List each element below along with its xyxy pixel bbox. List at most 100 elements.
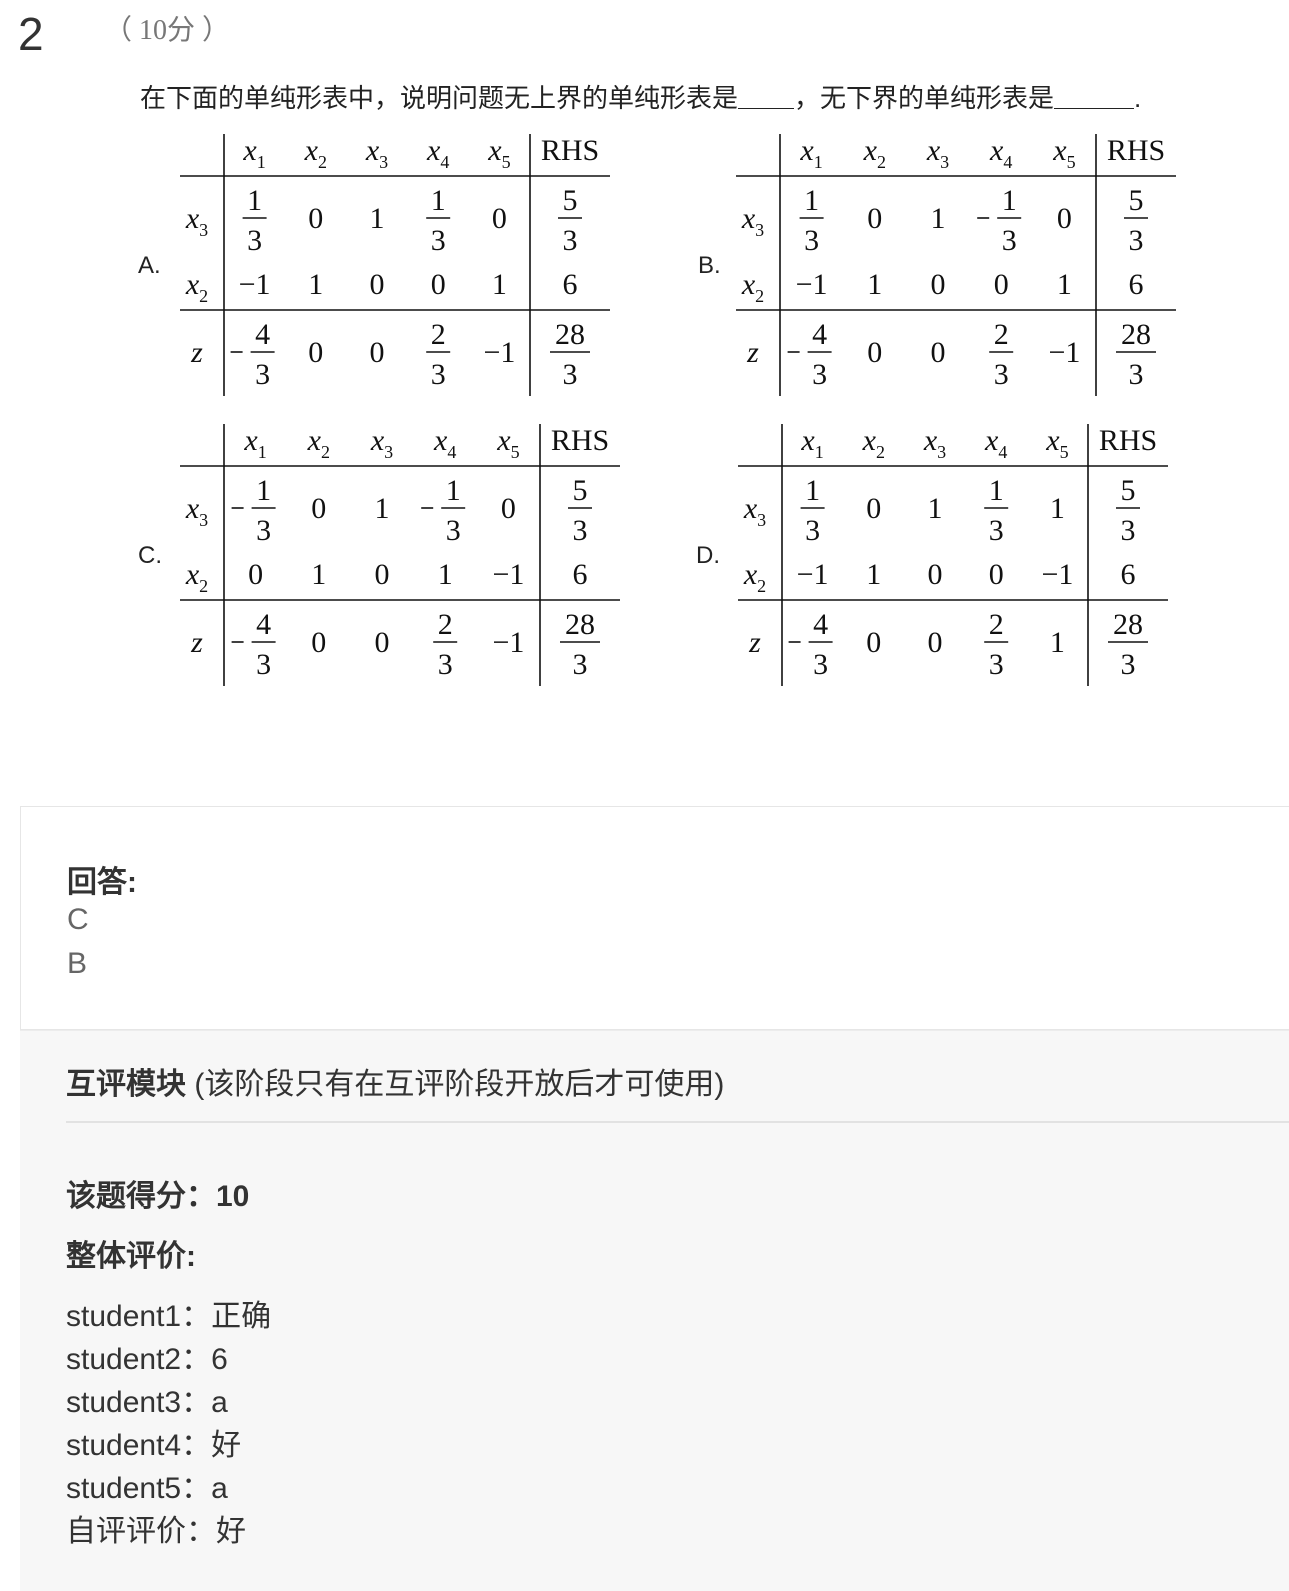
fraction-denominator: 3 <box>573 514 588 547</box>
fraction-denominator: 3 <box>431 224 446 257</box>
column-header: x3 <box>926 134 949 172</box>
tableau-cell: 1 <box>1050 626 1065 659</box>
tableau-cell: 13 <box>977 184 1022 257</box>
fraction-denominator: 3 <box>247 224 262 257</box>
option-label-c: C. <box>138 542 162 569</box>
column-header: x1 <box>242 134 265 172</box>
cell-value: −1 <box>1048 336 1080 369</box>
divider <box>66 1121 1289 1123</box>
tableau-cell: 0 <box>989 558 1004 591</box>
fraction-denominator: 3 <box>813 648 828 681</box>
cell-value: 1 <box>308 268 323 301</box>
fraction-numerator: 4 <box>255 318 270 351</box>
fraction-denominator: 3 <box>1129 224 1144 257</box>
fraction-numerator: 1 <box>431 184 446 217</box>
column-header: x1 <box>799 134 822 172</box>
cell-value: −1 <box>483 336 515 369</box>
answer-line-2: B <box>67 947 88 980</box>
cell-value: 1 <box>866 558 881 591</box>
tableau-cell: 1 <box>438 558 453 591</box>
tableau-cell: 13 <box>984 474 1009 547</box>
fraction-numerator: 28 <box>555 318 585 351</box>
cell-value: 0 <box>989 558 1004 591</box>
basis-variable: x2 <box>185 268 208 306</box>
tableau-cell: 0 <box>866 492 881 525</box>
tableau-cell: 13 <box>426 184 451 257</box>
column-header: x4 <box>433 424 456 462</box>
evaluation-item: 自评评价：好 <box>66 1515 246 1548</box>
cell-value: 0 <box>1057 202 1072 235</box>
tableau-cell: 0 <box>1057 202 1072 235</box>
cell-value: −1 <box>492 626 524 659</box>
cell-value: 1 <box>931 202 946 235</box>
tableau-c: x1 x2 x3 x4 x5 RHSx3130 113053x2 0 1 0 1 −1 6z430 023… <box>180 424 620 686</box>
tableau-cell: −1 <box>797 558 829 591</box>
fraction-numerator: 2 <box>431 318 446 351</box>
fraction-numerator: 2 <box>989 608 1004 641</box>
answer-line-1: C <box>67 903 89 936</box>
fraction-numerator: 4 <box>812 318 827 351</box>
tableau-b: x1 x2 x3 x4 x5 RHSx3130 113053x2 −1 1 0 0 1 6z430 023… <box>736 134 1176 396</box>
tableau-cell: 0 <box>375 558 390 591</box>
cell-value: −1 <box>796 268 828 301</box>
cell-value: 6 <box>1121 558 1136 591</box>
question-score: （ 10分 ） <box>104 15 231 46</box>
tableau-cell: 0 <box>248 558 263 591</box>
cell-value: 0 <box>928 626 943 659</box>
fraction-denominator: 3 <box>994 358 1009 391</box>
tableau-cell: 0 <box>928 626 943 659</box>
cell-value: 6 <box>563 268 578 301</box>
fraction-numerator: 5 <box>1121 474 1136 507</box>
tableau-cell: 43 <box>230 318 275 391</box>
column-header: x1 <box>800 424 823 462</box>
tableau-cell: −1 <box>1041 558 1073 591</box>
tableau-cell: 0 <box>994 268 1009 301</box>
fraction-denominator: 3 <box>573 648 588 681</box>
tableau-a: x1 x2 x3 x4 x5 RHSx3130 113053x2 −1 1 0 0 1 6z430 023… <box>180 134 610 396</box>
fraction-numerator: 1 <box>805 474 820 507</box>
fraction-numerator: 28 <box>1121 318 1151 351</box>
cell-value: 0 <box>311 626 326 659</box>
cell-value: 6 <box>1129 268 1144 301</box>
tableau-cell: 43 <box>787 318 832 391</box>
tableau-cell: 1 <box>370 202 385 235</box>
tableau-cell: 283 <box>1108 608 1148 681</box>
tableau-cell: 0 <box>311 626 326 659</box>
tableau-cell: 53 <box>558 184 582 257</box>
evaluation-item: student1：正确 <box>66 1300 272 1333</box>
tableau-cell: 0 <box>928 558 943 591</box>
cell-value: 1 <box>1050 626 1065 659</box>
column-header: x5 <box>487 134 510 172</box>
tableau-cell: 6 <box>563 268 578 301</box>
fraction-numerator: 4 <box>256 608 271 641</box>
fraction-denominator: 3 <box>804 224 819 257</box>
cell-value: 0 <box>375 558 390 591</box>
cell-value: 0 <box>308 202 323 235</box>
tableau-cell: 13 <box>800 474 825 547</box>
cell-value: 0 <box>866 626 881 659</box>
fraction-numerator: 28 <box>565 608 595 641</box>
fraction-denominator: 3 <box>431 358 446 391</box>
tableau-cell: 1 <box>492 268 507 301</box>
tableau-cell: −1 <box>1048 336 1080 369</box>
tableau-cell: 1 <box>308 268 323 301</box>
question-number: 2 <box>18 8 44 60</box>
column-header: x5 <box>1045 424 1068 462</box>
tableau-cell: 283 <box>1116 318 1156 391</box>
blank-2 <box>1054 82 1135 109</box>
column-header-rhs: RHS <box>551 424 609 457</box>
tableau-cell: 0 <box>311 492 326 525</box>
cell-value: −1 <box>239 268 271 301</box>
answer-title: 回答: <box>67 866 137 899</box>
tableau-cell: 0 <box>308 336 323 369</box>
tableau-cell: 6 <box>1129 268 1144 301</box>
basis-variable: z <box>746 336 759 369</box>
fraction-numerator: 5 <box>573 474 588 507</box>
fraction-numerator: 4 <box>813 608 828 641</box>
cell-value: 1 <box>492 268 507 301</box>
basis-variable: x3 <box>743 492 766 530</box>
cell-value: 1 <box>438 558 453 591</box>
score-value: 10 <box>216 1180 250 1213</box>
column-header: x1 <box>243 424 266 462</box>
peer-review-note: (该阶段只有在互评阶段开放后才可使用) <box>186 1068 725 1101</box>
